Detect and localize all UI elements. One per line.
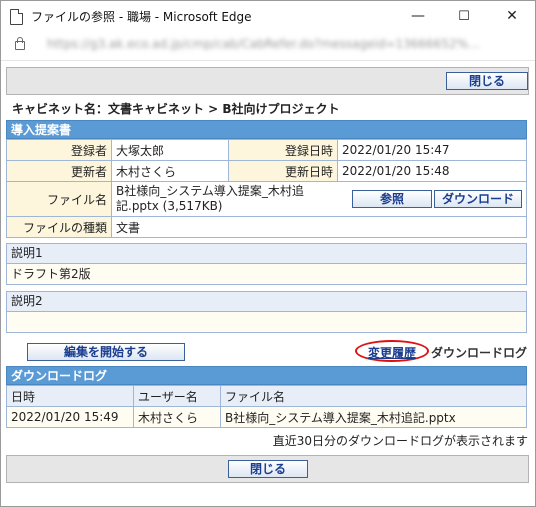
description1-box: 説明1 ドラフト第2版 [6, 243, 527, 285]
close-button-bottom[interactable]: 閉じる [228, 460, 308, 478]
filetype-label: ファイルの種類 [6, 216, 112, 238]
download-log-link[interactable]: ダウンロードログ [431, 344, 527, 361]
description2-value [7, 312, 526, 332]
download-button[interactable]: ダウンロード [434, 190, 522, 208]
download-log-note: 直近30日分のダウンロードログが表示されます [272, 434, 528, 448]
updated-at-value: 2022/01/20 15:48 [337, 160, 527, 182]
registered-at-value: 2022/01/20 15:47 [337, 139, 527, 161]
column-header-datetime: 日時 [6, 385, 134, 407]
breadcrumb: キャビネット名：文書キャビネット > B社向けプロジェクト [12, 102, 340, 116]
url-text[interactable]: https://g3.ak.eco.ad.jp/cmp/cab/CabRefer… [47, 37, 480, 51]
registrant-value: 大塚太郎 [111, 139, 229, 161]
download-log-table: 日時 ユーザー名 ファイル名 2022/01/20 15:49 木村さくら B社… [6, 385, 527, 428]
download-log-title: ダウンロードログ [6, 366, 527, 385]
description2-label: 説明2 [7, 292, 526, 312]
registered-at-label: 登録日時 [228, 139, 338, 161]
description1-value: ドラフト第2版 [7, 264, 526, 284]
updater-label: 更新者 [6, 160, 112, 182]
document-section-title: 導入提案書 [6, 120, 527, 139]
page-icon [10, 9, 23, 25]
description2-box: 説明2 [6, 291, 527, 333]
row-filename: B社様向_システム導入提案_木村追記.pptx [220, 406, 527, 428]
updated-at-label: 更新日時 [228, 160, 338, 182]
edit-start-button[interactable]: 編集を開始する [27, 343, 185, 361]
change-history-link[interactable]: 変更履歴 [355, 340, 429, 362]
close-window-button[interactable]: ✕ [489, 1, 535, 32]
address-bar[interactable]: https://g3.ak.eco.ad.jp/cmp/cab/CabRefer… [1, 32, 535, 61]
filename-cell: B社様向_システム導入提案_木村追 記.pptx (3,517KB) 参照 ダウ… [111, 181, 527, 217]
lock-icon [15, 37, 25, 50]
document-info-table: 登録者 大塚太郎 登録日時 2022/01/20 15:47 更新者 木村さくら… [6, 139, 527, 238]
updater-value: 木村さくら [111, 160, 229, 182]
minimize-button[interactable]: — [395, 1, 441, 32]
filename-label: ファイル名 [6, 181, 112, 217]
close-button-top[interactable]: 閉じる [446, 72, 528, 90]
table-row: 2022/01/20 15:49 木村さくら B社様向_システム導入提案_木村追… [6, 406, 527, 428]
description1-label: 説明1 [7, 244, 526, 264]
maximize-button[interactable]: ☐ [441, 1, 487, 32]
browse-button[interactable]: 参照 [352, 190, 432, 208]
window-title: ファイルの参照 - 職場 - Microsoft Edge [31, 10, 252, 24]
filetype-value: 文書 [111, 216, 527, 238]
row-datetime: 2022/01/20 15:49 [6, 406, 134, 428]
row-user: 木村さくら [133, 406, 221, 428]
column-header-filename: ファイル名 [220, 385, 527, 407]
column-header-user: ユーザー名 [133, 385, 221, 407]
title-bar: ファイルの参照 - 職場 - Microsoft Edge — ☐ ✕ [1, 1, 535, 32]
registrant-label: 登録者 [6, 139, 112, 161]
